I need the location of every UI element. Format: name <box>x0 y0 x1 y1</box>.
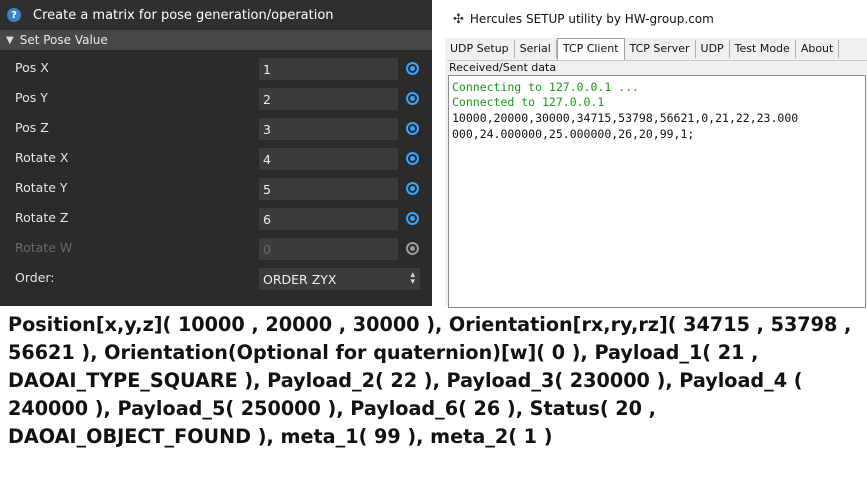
tab-udp-setup[interactable]: UDP Setup <box>445 40 515 58</box>
tab-serial[interactable]: Serial <box>514 40 557 58</box>
console-line-connected: Connected to 127.0.0.1 <box>452 95 605 109</box>
pos-x-radio-icon[interactable] <box>406 62 419 75</box>
window-titlebar: ✣ Hercules SETUP utility by HW-group.com <box>445 0 867 38</box>
pos-x-input[interactable]: 1 <box>258 57 399 81</box>
order-label: Order: <box>15 270 55 285</box>
pos-y-input[interactable]: 2 <box>258 87 399 111</box>
tab-tcp-client[interactable]: TCP Client <box>556 38 625 60</box>
rotate-y-row: Rotate Y 5 <box>0 173 432 203</box>
received-data-console[interactable]: Connecting to 127.0.0.1 ... Connected to… <box>448 75 866 308</box>
rotate-w-label: Rotate W <box>15 240 73 255</box>
rotate-w-input: 0 <box>258 237 399 261</box>
pose-panel: ? Create a matrix for pose generation/op… <box>0 0 432 306</box>
pos-x-label: Pos X <box>15 60 49 75</box>
pos-z-label: Pos Z <box>15 120 49 135</box>
window-title: Hercules SETUP utility by HW-group.com <box>469 12 714 26</box>
rotate-w-row: Rotate W 0 <box>0 233 432 263</box>
help-icon[interactable]: ? <box>7 8 21 22</box>
pos-y-label: Pos Y <box>15 90 48 105</box>
console-line-connecting: Connecting to 127.0.0.1 ... <box>452 80 639 94</box>
pos-z-row: Pos Z 3 <box>0 113 432 143</box>
console-line-data-2: 000,24.000000,25.000000,26,20,99,1; <box>452 127 695 141</box>
panel-title: Create a matrix for pose generation/oper… <box>33 7 334 23</box>
rotate-x-row: Rotate X 4 <box>0 143 432 173</box>
tab-test-mode[interactable]: Test Mode <box>729 40 796 58</box>
tab-bar: UDP Setup Serial TCP Client TCP Server U… <box>445 38 840 60</box>
rotate-z-row: Rotate Z 6 <box>0 203 432 233</box>
rotate-z-label: Rotate Z <box>15 210 69 225</box>
updown-arrow-icon: ▴ ▾ <box>410 270 415 287</box>
pos-x-row: Pos X 1 <box>0 53 432 83</box>
rotate-x-input[interactable]: 4 <box>258 147 399 171</box>
panel-titlebar: ? Create a matrix for pose generation/op… <box>0 0 432 30</box>
rotate-y-label: Rotate Y <box>15 180 68 195</box>
hercules-logo-icon: ✣ <box>453 11 464 27</box>
rotate-x-label: Rotate X <box>15 150 69 165</box>
order-row: Order: ORDER ZYX ▴ ▾ <box>0 263 432 293</box>
pos-y-row: Pos Y 2 <box>0 83 432 113</box>
rotate-z-radio-icon[interactable] <box>406 212 419 225</box>
order-select[interactable]: ORDER ZYX ▴ ▾ <box>258 267 421 291</box>
rotate-x-radio-icon[interactable] <box>406 152 419 165</box>
rotate-y-input[interactable]: 5 <box>258 177 399 201</box>
rotate-z-input[interactable]: 6 <box>258 207 399 231</box>
section-header-set-pose[interactable]: ▼ Set Pose Value <box>0 30 432 50</box>
tab-udp[interactable]: UDP <box>695 40 730 58</box>
collapse-triangle-icon[interactable]: ▼ <box>6 35 14 46</box>
pos-z-radio-icon[interactable] <box>406 122 419 135</box>
tab-about[interactable]: About <box>795 40 840 58</box>
order-select-value: ORDER ZYX <box>263 272 337 287</box>
section-title: Set Pose Value <box>19 33 108 47</box>
pos-z-input[interactable]: 3 <box>258 117 399 141</box>
rotate-y-radio-icon[interactable] <box>406 182 419 195</box>
console-line-data-1: 10000,20000,30000,34715,53798,56621,0,21… <box>452 111 799 125</box>
parsed-output-caption: Position[x,y,z]( 10000 , 20000 , 30000 )… <box>8 313 852 448</box>
hercules-window: ✣ Hercules SETUP utility by HW-group.com… <box>445 0 867 308</box>
tab-tcp-server[interactable]: TCP Server <box>624 40 696 58</box>
rotate-w-radio-icon[interactable] <box>406 242 419 255</box>
pos-y-radio-icon[interactable] <box>406 92 419 105</box>
group-label: Received/Sent data <box>449 61 559 74</box>
